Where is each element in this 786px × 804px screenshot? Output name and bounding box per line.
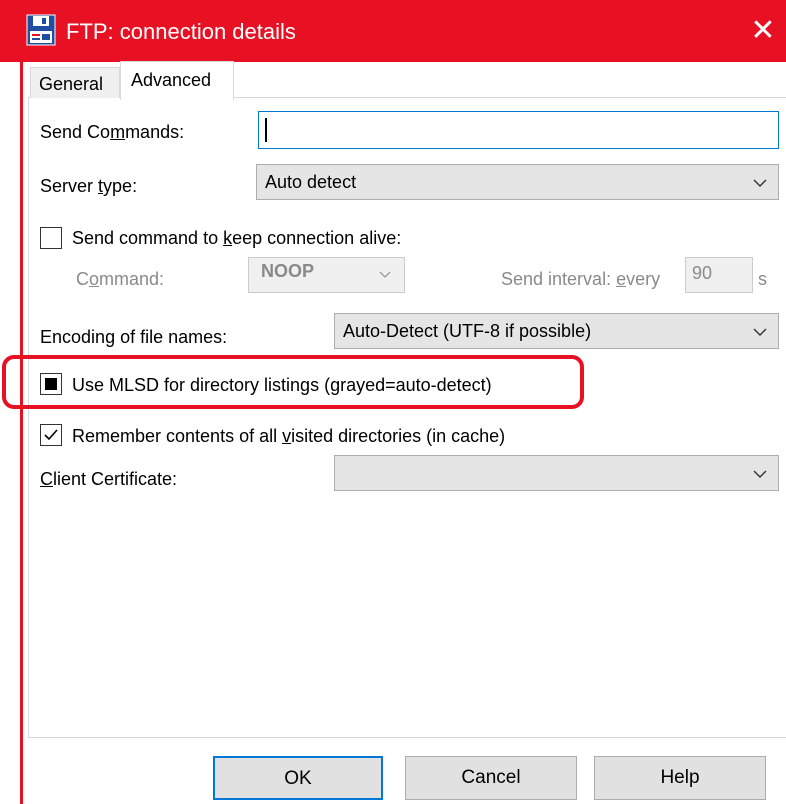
- text-caret: [265, 118, 267, 142]
- encoding-dropdown[interactable]: Auto-Detect (UTF-8 if possible): [334, 313, 779, 349]
- floppy-disk-icon: [26, 14, 56, 46]
- send-interval-label: Send interval: every: [501, 269, 661, 289]
- send-commands-label: Send Commands:: [40, 122, 185, 142]
- command-dropdown[interactable]: NOOP: [248, 257, 405, 293]
- chevron-down-icon: [753, 328, 767, 336]
- tab-advanced-label: Advanced: [131, 70, 212, 90]
- client-certificate-dropdown[interactable]: [334, 455, 779, 491]
- indeterminate-mark: [45, 378, 57, 390]
- tab-advanced[interactable]: Advanced: [120, 61, 234, 100]
- mlsd-label: Use MLSD for directory listings (grayed=…: [72, 375, 492, 395]
- ok-button[interactable]: OK: [213, 756, 383, 800]
- send-interval-unit: s: [758, 269, 767, 289]
- chevron-down-icon: [753, 179, 767, 187]
- send-commands-input[interactable]: [258, 111, 779, 149]
- send-interval-input[interactable]: 90: [685, 257, 753, 293]
- window-title: FTP: connection details: [66, 19, 296, 44]
- server-type-label: Server type:: [40, 176, 138, 196]
- window-frame-left: [20, 62, 23, 804]
- help-button[interactable]: Help: [594, 756, 766, 800]
- chevron-down-icon: [753, 470, 767, 478]
- cancel-button[interactable]: Cancel: [405, 756, 577, 800]
- keep-alive-label: Send command to keep connection alive:: [72, 228, 402, 248]
- checkmark-icon: [44, 429, 58, 441]
- chevron-down-icon: [379, 271, 391, 278]
- tab-general-label: General: [39, 74, 104, 94]
- server-type-dropdown[interactable]: Auto detect: [256, 164, 779, 200]
- close-button[interactable]: ✕: [740, 14, 786, 50]
- command-label: Command:: [76, 269, 165, 289]
- server-type-value: Auto detect: [265, 172, 357, 192]
- remember-checkbox[interactable]: [40, 424, 62, 446]
- command-value: NOOP: [261, 261, 315, 281]
- encoding-value: Auto-Detect (UTF-8 if possible): [343, 321, 592, 341]
- keep-alive-checkbox[interactable]: [40, 227, 62, 249]
- remember-label: Remember contents of all visited directo…: [72, 426, 506, 446]
- title-bar: FTP: connection details ✕: [0, 0, 786, 62]
- encoding-label: Encoding of file names:: [40, 327, 228, 347]
- mlsd-checkbox[interactable]: [40, 373, 62, 395]
- tab-general[interactable]: General: [30, 67, 120, 98]
- send-interval-value: 90: [692, 263, 713, 283]
- client-certificate-label: Client Certificate:: [40, 469, 178, 489]
